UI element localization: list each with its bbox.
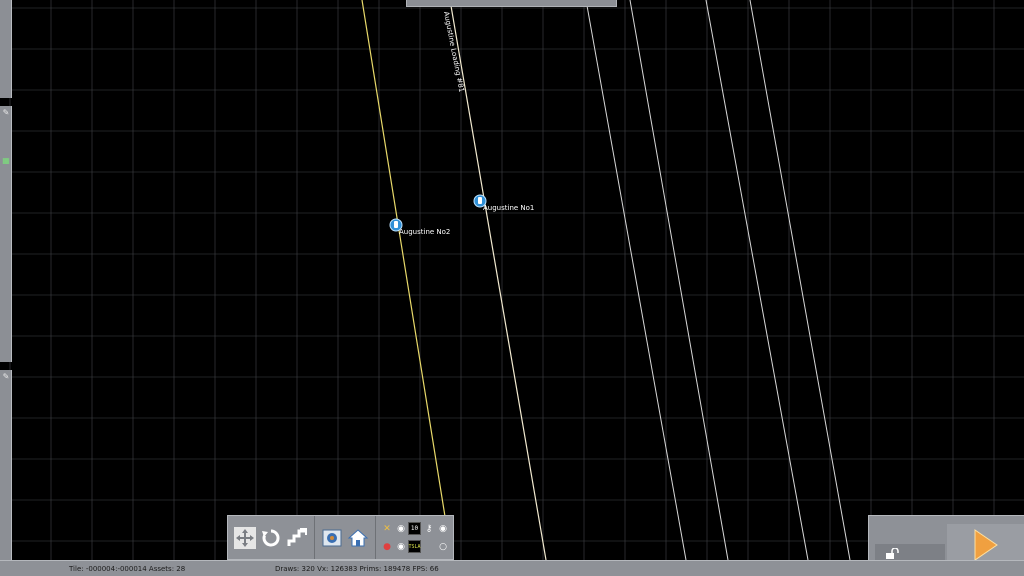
left-panel-section[interactable] (0, 370, 12, 560)
signal-display: TSLA (408, 540, 421, 553)
left-panel-section[interactable] (0, 106, 12, 362)
industry-marker-augustine-no1[interactable]: Augustine No1 (473, 194, 534, 212)
top-panel[interactable] (406, 0, 617, 7)
industry-marker-label: Augustine No2 (399, 228, 450, 236)
radio-button[interactable]: ◉ (436, 522, 450, 536)
stairs-tool-button[interactable] (286, 527, 308, 549)
key-icon[interactable]: ⚷ (422, 522, 436, 536)
signal-icon[interactable]: ● (380, 540, 394, 554)
radio-button[interactable]: ○ (436, 540, 450, 554)
play-icon (974, 529, 998, 561)
wrench-icon[interactable]: ✎ (1, 108, 11, 118)
bottom-toolbar: ✕ ◉ 10 ⚷ ◉ ● ◉ TSLA ○ (227, 515, 454, 560)
track-line[interactable] (749, 0, 851, 561)
camera-icon (322, 529, 342, 546)
left-panel: ✎ ▦ ✎ (0, 0, 14, 560)
rotate-icon (262, 528, 280, 546)
home-view-button[interactable] (347, 527, 369, 549)
bottom-right-panel (868, 515, 1024, 566)
junction-icon[interactable]: ✕ (380, 522, 394, 536)
track-line[interactable] (361, 0, 453, 561)
status-bar: Tile: -000004:-000014 Assets: 28 Draws: … (0, 560, 1024, 576)
move-arrows-icon (234, 526, 256, 549)
render-stats: Draws: 320 Vx: 126383 Prims: 189478 FPS:… (275, 565, 439, 573)
radio-button[interactable]: ◉ (394, 540, 408, 554)
wrench-icon[interactable]: ✎ (1, 372, 11, 382)
toolbar-view-group (315, 516, 376, 559)
radio-button[interactable]: ◉ (394, 522, 408, 536)
toolbar-driver-group: ✕ ◉ 10 ⚷ ◉ ● ◉ TSLA ○ (376, 516, 454, 559)
lock-button[interactable] (883, 547, 901, 561)
track-line[interactable] (705, 0, 809, 561)
grid-icon[interactable]: ▦ (1, 156, 11, 166)
industry-marker-label: Augustine No1 (483, 204, 534, 212)
stairs-icon (287, 527, 307, 546)
map-grid (0, 0, 1024, 560)
left-panel-section[interactable] (0, 0, 12, 98)
map-view[interactable]: Augustine Loading #81 Augustine No2 Augu… (0, 0, 1024, 576)
move-tool-button[interactable] (234, 526, 256, 549)
camera-view-button[interactable] (321, 527, 343, 549)
toolbar-tools-group (228, 516, 315, 559)
tile-info: Tile: -000004:-000014 Assets: 28 (69, 565, 186, 573)
unlock-icon (886, 548, 899, 559)
rotate-tool-button[interactable] (260, 527, 282, 549)
speed-display: 10 (408, 522, 421, 535)
track-line[interactable] (585, 0, 687, 561)
track-line[interactable] (629, 0, 729, 561)
home-icon (347, 528, 369, 546)
